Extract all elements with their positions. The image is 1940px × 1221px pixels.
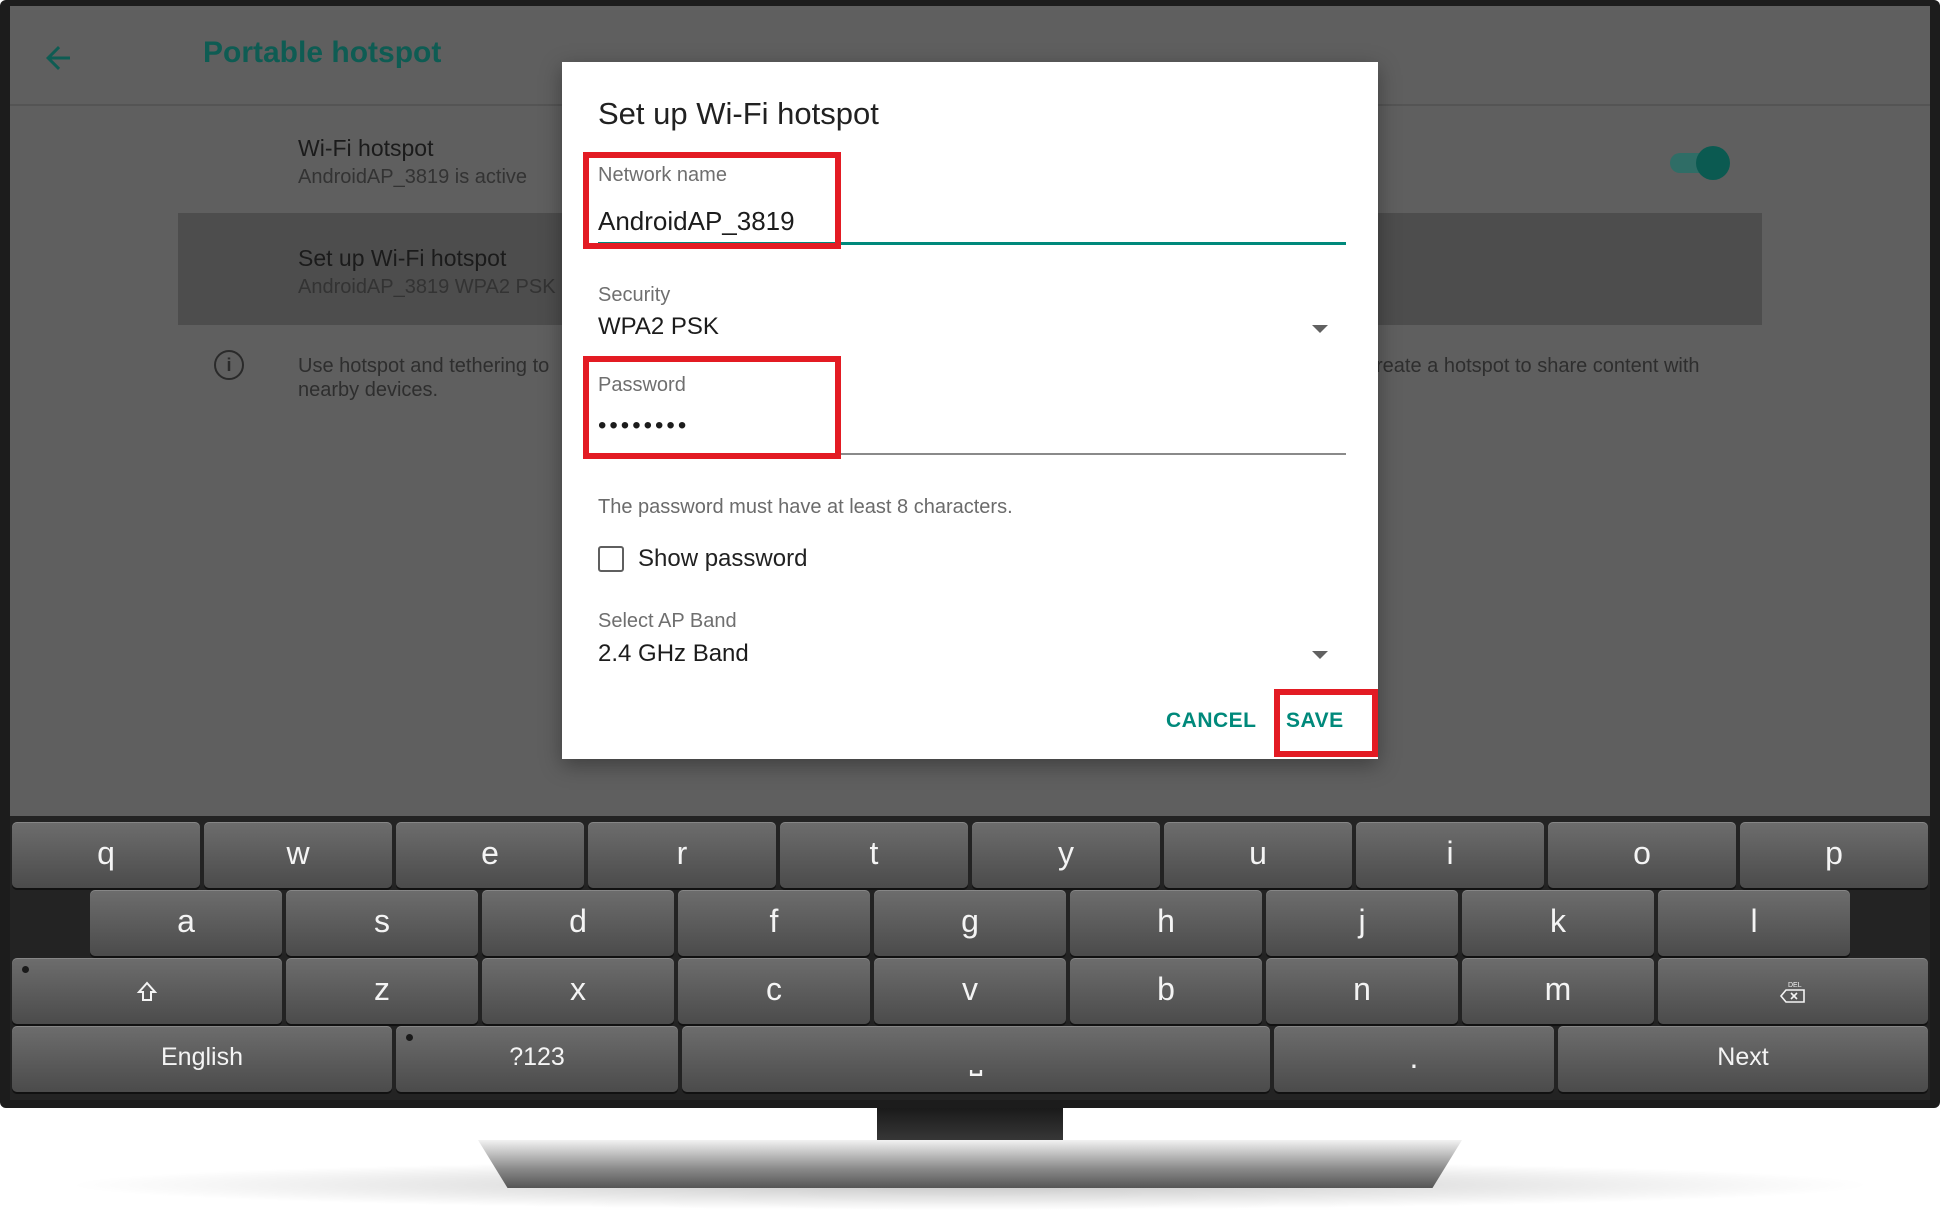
key-indicator-dot: [22, 966, 29, 973]
key-k[interactable]: k: [1462, 890, 1654, 956]
highlight-network-name: [583, 152, 841, 249]
key-a[interactable]: a: [90, 890, 282, 956]
info-text-line1: Use hotspot and tethering to: [298, 355, 550, 377]
info-text-line1-right: reate a hotspot to share content with: [1376, 355, 1700, 377]
dialog-title: Set up Wi-Fi hotspot: [598, 96, 879, 131]
info-icon: i: [214, 350, 244, 380]
show-password-checkbox[interactable]: [598, 546, 624, 572]
key-q[interactable]: q: [12, 822, 200, 888]
period-key[interactable]: .: [1274, 1026, 1554, 1092]
password-helper-text: The password must have at least 8 charac…: [598, 496, 1013, 518]
chevron-down-icon[interactable]: [1312, 325, 1328, 333]
tv-frame: Portable hotspot Wi-Fi hotspot AndroidAP…: [0, 0, 1940, 1108]
key-m[interactable]: m: [1462, 958, 1654, 1024]
shift-arrow-icon: [136, 981, 158, 1001]
key-u[interactable]: u: [1164, 822, 1352, 888]
key-g[interactable]: g: [874, 890, 1066, 956]
key-y[interactable]: y: [972, 822, 1160, 888]
key-h[interactable]: h: [1070, 890, 1262, 956]
page-title: Portable hotspot: [203, 36, 442, 69]
key-i[interactable]: i: [1356, 822, 1544, 888]
key-s[interactable]: s: [286, 890, 478, 956]
key-o[interactable]: o: [1548, 822, 1736, 888]
space-key[interactable]: ⎵: [682, 1026, 1270, 1092]
ap-band-label: Select AP Band: [598, 610, 737, 632]
key-n[interactable]: n: [1266, 958, 1458, 1024]
wifi-hotspot-title[interactable]: Wi-Fi hotspot: [298, 135, 433, 162]
language-key[interactable]: English: [12, 1026, 392, 1092]
tv-screen: Portable hotspot Wi-Fi hotspot AndroidAP…: [10, 6, 1930, 1100]
show-password-label[interactable]: Show password: [638, 545, 807, 573]
shift-key[interactable]: [12, 958, 282, 1024]
security-label: Security: [598, 284, 671, 306]
svg-text:DEL: DEL: [1788, 982, 1802, 989]
delete-key[interactable]: DEL: [1658, 958, 1928, 1024]
chevron-down-icon[interactable]: [1312, 651, 1328, 659]
key-b[interactable]: b: [1070, 958, 1262, 1024]
highlight-save: [1274, 689, 1378, 757]
tv-stand-base: [478, 1140, 1462, 1188]
security-select[interactable]: WPA2 PSK: [598, 313, 719, 341]
key-e[interactable]: e: [396, 822, 584, 888]
ap-band-select[interactable]: 2.4 GHz Band: [598, 640, 749, 668]
setup-hotspot-summary: AndroidAP_3819 WPA2 PSK: [298, 276, 556, 298]
key-r[interactable]: r: [588, 822, 776, 888]
info-text-line2: nearby devices.: [298, 379, 439, 401]
symbols-key[interactable]: ?123: [396, 1026, 678, 1092]
wifi-hotspot-status: AndroidAP_3819 is active: [298, 166, 528, 188]
key-w[interactable]: w: [204, 822, 392, 888]
key-l[interactable]: l: [1658, 890, 1850, 956]
next-key[interactable]: Next: [1558, 1026, 1928, 1092]
key-v[interactable]: v: [874, 958, 1066, 1024]
cancel-button[interactable]: CANCEL: [1166, 709, 1257, 733]
setup-hotspot-title[interactable]: Set up Wi-Fi hotspot: [298, 245, 506, 272]
toggle-thumb[interactable]: [1696, 146, 1730, 180]
key-j[interactable]: j: [1266, 890, 1458, 956]
key-x[interactable]: x: [482, 958, 674, 1024]
highlight-password: [583, 356, 841, 459]
tv-stand-neck: [877, 1108, 1063, 1144]
key-z[interactable]: z: [286, 958, 478, 1024]
key-p[interactable]: p: [1740, 822, 1928, 888]
key-indicator-dot: [406, 1034, 413, 1041]
symbols-key-label: ?123: [509, 1043, 565, 1071]
arrow-left-icon[interactable]: [40, 40, 76, 76]
key-t[interactable]: t: [780, 822, 968, 888]
on-screen-keyboard: q w e r t y u i o p a s d f g h j k l z …: [10, 816, 1930, 1100]
key-d[interactable]: d: [482, 890, 674, 956]
hotspot-setup-dialog: Set up Wi-Fi hotspot Network name Androi…: [562, 62, 1378, 759]
key-c[interactable]: c: [678, 958, 870, 1024]
key-f[interactable]: f: [678, 890, 870, 956]
backspace-del-icon: DEL: [1779, 982, 1805, 1003]
